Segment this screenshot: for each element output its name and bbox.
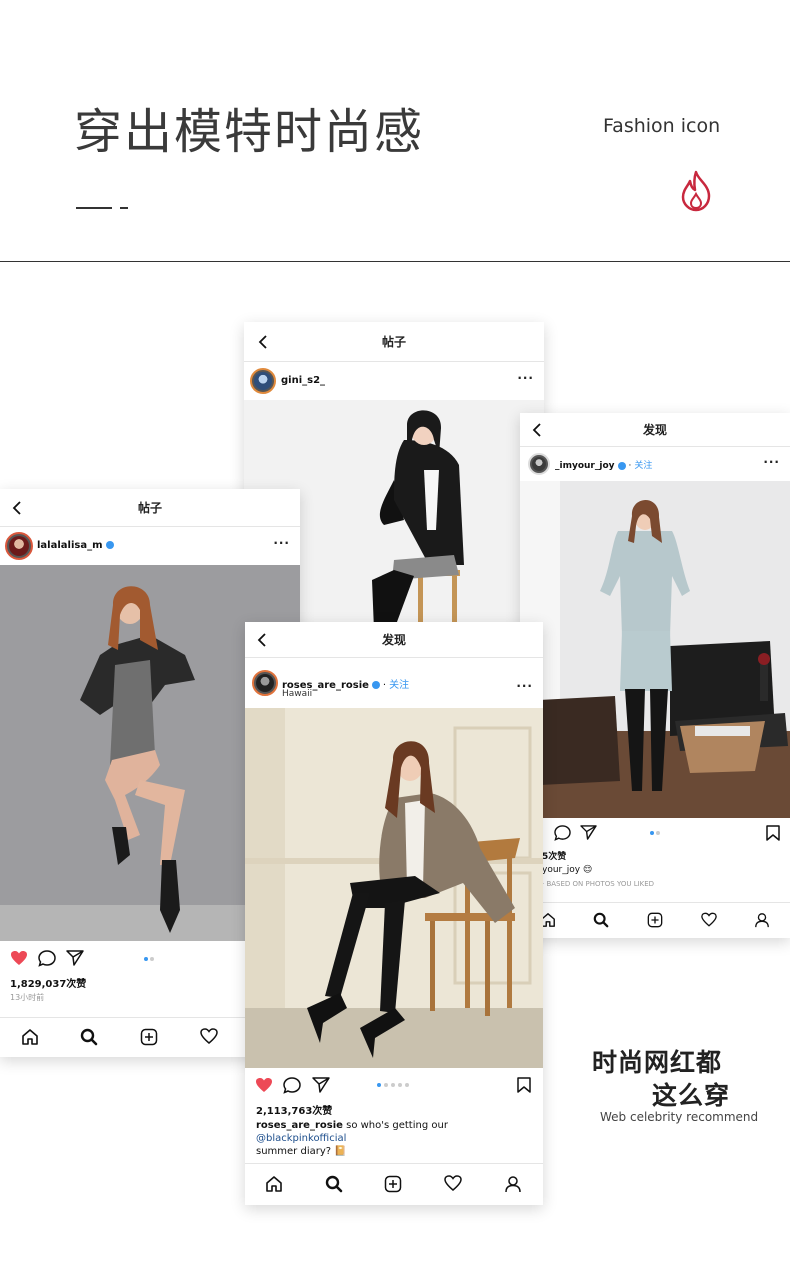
activity-icon[interactable] xyxy=(200,1028,218,1044)
back-chevron-icon[interactable] xyxy=(257,632,267,647)
avatar[interactable] xyxy=(250,368,276,394)
user-row: gini_s2_ ··· xyxy=(244,362,544,400)
likes-count: 5次赞 xyxy=(542,852,567,862)
share-icon[interactable] xyxy=(312,1077,330,1093)
likes-count: 2,113,763次赞 xyxy=(256,1106,333,1117)
post-card-rosie: 发现 roses_are_rosie · 关注 Hawaii ··· 2,113… xyxy=(245,622,543,1205)
heart-icon[interactable] xyxy=(10,950,28,966)
post-header: 帖子 xyxy=(244,322,544,362)
header-divider xyxy=(0,261,790,262)
comment-icon[interactable] xyxy=(283,1077,301,1094)
verified-badge-icon xyxy=(105,541,114,549)
comment-icon[interactable] xyxy=(554,825,571,841)
search-icon[interactable] xyxy=(593,912,609,928)
username[interactable]: lalalalisa_m xyxy=(37,540,114,551)
back-chevron-icon[interactable] xyxy=(258,334,268,349)
screen-title: 发现 xyxy=(642,423,667,437)
bookmark-icon[interactable] xyxy=(766,825,780,841)
action-bar xyxy=(520,818,790,848)
page-subtitle: Fashion icon xyxy=(603,115,721,137)
avatar[interactable] xyxy=(528,453,550,475)
post-card-joy: 发现 _imyour_joy · 关注 ··· 5次赞 your_joy 😌 ·… xyxy=(520,413,790,938)
add-icon[interactable] xyxy=(647,912,663,928)
post-photo xyxy=(245,708,543,1068)
verified-badge-icon xyxy=(371,681,380,689)
more-icon[interactable]: ··· xyxy=(516,679,533,693)
caption-text-line2: summer diary? 📔 xyxy=(256,1146,347,1157)
share-icon[interactable] xyxy=(580,825,597,840)
more-icon[interactable]: ··· xyxy=(763,455,780,469)
post-photo xyxy=(520,481,790,818)
profile-icon[interactable] xyxy=(504,1175,522,1193)
bottom-nav xyxy=(520,902,790,938)
verified-badge-icon xyxy=(617,461,626,470)
comment-icon[interactable] xyxy=(38,950,56,967)
tagline-line1: 时尚网红都 xyxy=(592,1048,723,1077)
page-title: 穿出模特时尚感 xyxy=(74,104,425,160)
likes-count: 1,829,037次赞 xyxy=(10,979,87,990)
add-icon[interactable] xyxy=(384,1175,402,1193)
post-header: 帖子 xyxy=(0,489,300,527)
bookmark-icon[interactable] xyxy=(517,1077,531,1093)
add-icon[interactable] xyxy=(140,1028,158,1046)
post-caption: roses_are_rosie so who's getting our @bl… xyxy=(256,1119,536,1158)
home-icon[interactable] xyxy=(21,1028,39,1046)
caption-mention-link[interactable]: @blackpinkofficial xyxy=(256,1133,346,1144)
caption-text: so who's getting our xyxy=(346,1120,448,1131)
action-bar xyxy=(245,1068,543,1102)
user-row: lalalalisa_m ··· xyxy=(0,527,300,565)
post-location: Hawaii xyxy=(282,689,313,699)
search-icon[interactable] xyxy=(80,1028,98,1046)
screen-title: 帖子 xyxy=(381,335,406,349)
search-icon[interactable] xyxy=(325,1175,343,1193)
user-row: roses_are_rosie · 关注 Hawaii ··· xyxy=(245,658,543,708)
heart-icon[interactable] xyxy=(255,1077,273,1093)
flame-icon xyxy=(681,170,711,212)
back-chevron-icon[interactable] xyxy=(532,422,542,437)
follow-button[interactable]: 关注 xyxy=(389,680,409,691)
avatar[interactable] xyxy=(5,532,33,560)
back-chevron-icon[interactable] xyxy=(12,500,22,515)
tagline-line2: 这么穿 xyxy=(652,1081,731,1110)
post-caption: your_joy 😌 xyxy=(542,865,593,875)
home-icon[interactable] xyxy=(265,1175,283,1193)
activity-icon[interactable] xyxy=(444,1175,462,1191)
post-header: 发现 xyxy=(245,622,543,658)
share-icon[interactable] xyxy=(66,950,84,966)
post-time: 13小时前 xyxy=(10,993,45,1002)
more-icon[interactable]: ··· xyxy=(517,371,534,385)
more-icon[interactable]: ··· xyxy=(273,536,290,550)
post-header: 发现 xyxy=(520,413,790,447)
profile-icon[interactable] xyxy=(754,912,770,928)
suggestion-label: · BASED ON PHOTOS YOU LIKED xyxy=(542,880,655,888)
avatar[interactable] xyxy=(252,670,278,696)
user-row: _imyour_joy · 关注 ··· xyxy=(520,447,790,481)
username[interactable]: gini_s2_ xyxy=(281,375,325,386)
activity-icon[interactable] xyxy=(701,912,717,927)
tagline-english: Web celebrity recommend xyxy=(600,1110,759,1124)
caption-username[interactable]: roses_are_rosie xyxy=(256,1120,343,1131)
bottom-nav xyxy=(245,1163,543,1205)
follow-button[interactable]: 关注 xyxy=(634,461,652,471)
screen-title: 帖子 xyxy=(137,501,162,515)
screen-title: 发现 xyxy=(381,633,406,647)
username[interactable]: _imyour_joy · 关注 xyxy=(555,458,652,471)
